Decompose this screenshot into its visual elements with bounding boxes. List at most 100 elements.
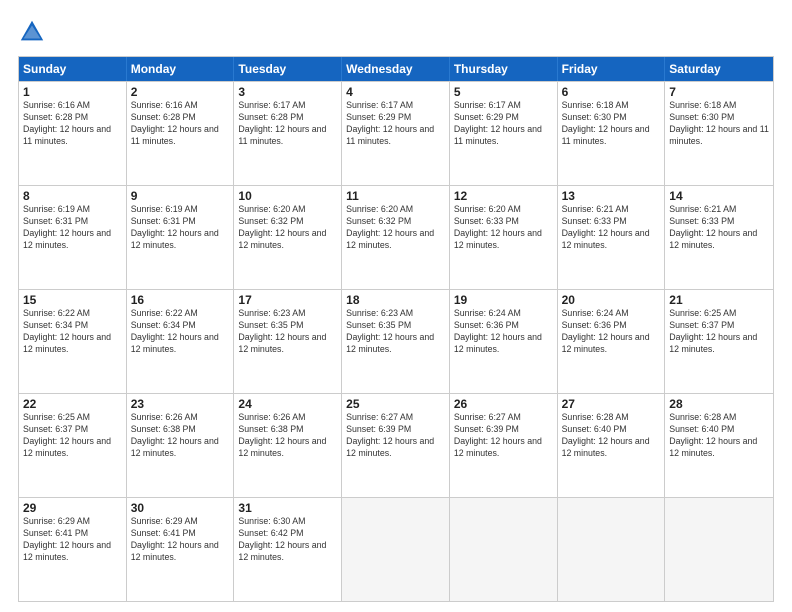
day-number: 13	[562, 189, 661, 203]
day-cell-30: 30Sunrise: 6:29 AMSunset: 6:41 PMDayligh…	[127, 498, 235, 601]
day-number: 15	[23, 293, 122, 307]
cell-info: Sunrise: 6:23 AMSunset: 6:35 PMDaylight:…	[238, 308, 337, 356]
day-number: 12	[454, 189, 553, 203]
day-number: 14	[669, 189, 769, 203]
day-cell-11: 11Sunrise: 6:20 AMSunset: 6:32 PMDayligh…	[342, 186, 450, 289]
week-row-5: 29Sunrise: 6:29 AMSunset: 6:41 PMDayligh…	[19, 497, 773, 601]
cell-info: Sunrise: 6:17 AMSunset: 6:28 PMDaylight:…	[238, 100, 337, 148]
cell-info: Sunrise: 6:26 AMSunset: 6:38 PMDaylight:…	[238, 412, 337, 460]
day-cell-4: 4Sunrise: 6:17 AMSunset: 6:29 PMDaylight…	[342, 82, 450, 185]
week-row-4: 22Sunrise: 6:25 AMSunset: 6:37 PMDayligh…	[19, 393, 773, 497]
day-cell-28: 28Sunrise: 6:28 AMSunset: 6:40 PMDayligh…	[665, 394, 773, 497]
cell-info: Sunrise: 6:18 AMSunset: 6:30 PMDaylight:…	[669, 100, 769, 148]
cell-info: Sunrise: 6:20 AMSunset: 6:33 PMDaylight:…	[454, 204, 553, 252]
cell-info: Sunrise: 6:18 AMSunset: 6:30 PMDaylight:…	[562, 100, 661, 148]
cell-info: Sunrise: 6:21 AMSunset: 6:33 PMDaylight:…	[669, 204, 769, 252]
cell-info: Sunrise: 6:16 AMSunset: 6:28 PMDaylight:…	[23, 100, 122, 148]
cell-info: Sunrise: 6:28 AMSunset: 6:40 PMDaylight:…	[562, 412, 661, 460]
day-cell-10: 10Sunrise: 6:20 AMSunset: 6:32 PMDayligh…	[234, 186, 342, 289]
day-number: 18	[346, 293, 445, 307]
cell-info: Sunrise: 6:22 AMSunset: 6:34 PMDaylight:…	[131, 308, 230, 356]
day-cell-16: 16Sunrise: 6:22 AMSunset: 6:34 PMDayligh…	[127, 290, 235, 393]
day-number: 22	[23, 397, 122, 411]
header-day-saturday: Saturday	[665, 57, 773, 81]
day-number: 31	[238, 501, 337, 515]
calendar-header: SundayMondayTuesdayWednesdayThursdayFrid…	[19, 57, 773, 81]
cell-info: Sunrise: 6:23 AMSunset: 6:35 PMDaylight:…	[346, 308, 445, 356]
day-number: 21	[669, 293, 769, 307]
header-day-sunday: Sunday	[19, 57, 127, 81]
day-cell-29: 29Sunrise: 6:29 AMSunset: 6:41 PMDayligh…	[19, 498, 127, 601]
cell-info: Sunrise: 6:17 AMSunset: 6:29 PMDaylight:…	[346, 100, 445, 148]
header-day-tuesday: Tuesday	[234, 57, 342, 81]
day-number: 4	[346, 85, 445, 99]
day-number: 2	[131, 85, 230, 99]
day-cell-26: 26Sunrise: 6:27 AMSunset: 6:39 PMDayligh…	[450, 394, 558, 497]
day-number: 19	[454, 293, 553, 307]
cell-info: Sunrise: 6:19 AMSunset: 6:31 PMDaylight:…	[131, 204, 230, 252]
header-day-wednesday: Wednesday	[342, 57, 450, 81]
day-number: 9	[131, 189, 230, 203]
day-number: 28	[669, 397, 769, 411]
day-cell-12: 12Sunrise: 6:20 AMSunset: 6:33 PMDayligh…	[450, 186, 558, 289]
day-number: 20	[562, 293, 661, 307]
week-row-1: 1Sunrise: 6:16 AMSunset: 6:28 PMDaylight…	[19, 81, 773, 185]
day-cell-18: 18Sunrise: 6:23 AMSunset: 6:35 PMDayligh…	[342, 290, 450, 393]
cell-info: Sunrise: 6:20 AMSunset: 6:32 PMDaylight:…	[238, 204, 337, 252]
day-cell-6: 6Sunrise: 6:18 AMSunset: 6:30 PMDaylight…	[558, 82, 666, 185]
day-cell-1: 1Sunrise: 6:16 AMSunset: 6:28 PMDaylight…	[19, 82, 127, 185]
day-cell-20: 20Sunrise: 6:24 AMSunset: 6:36 PMDayligh…	[558, 290, 666, 393]
header	[18, 18, 774, 46]
cell-info: Sunrise: 6:26 AMSunset: 6:38 PMDaylight:…	[131, 412, 230, 460]
day-number: 5	[454, 85, 553, 99]
day-cell-15: 15Sunrise: 6:22 AMSunset: 6:34 PMDayligh…	[19, 290, 127, 393]
day-cell-23: 23Sunrise: 6:26 AMSunset: 6:38 PMDayligh…	[127, 394, 235, 497]
day-number: 17	[238, 293, 337, 307]
cell-info: Sunrise: 6:20 AMSunset: 6:32 PMDaylight:…	[346, 204, 445, 252]
day-number: 26	[454, 397, 553, 411]
day-number: 8	[23, 189, 122, 203]
day-number: 16	[131, 293, 230, 307]
day-cell-3: 3Sunrise: 6:17 AMSunset: 6:28 PMDaylight…	[234, 82, 342, 185]
cell-info: Sunrise: 6:25 AMSunset: 6:37 PMDaylight:…	[669, 308, 769, 356]
cell-info: Sunrise: 6:22 AMSunset: 6:34 PMDaylight:…	[23, 308, 122, 356]
day-number: 30	[131, 501, 230, 515]
calendar: SundayMondayTuesdayWednesdayThursdayFrid…	[18, 56, 774, 602]
day-number: 1	[23, 85, 122, 99]
cell-info: Sunrise: 6:24 AMSunset: 6:36 PMDaylight:…	[562, 308, 661, 356]
logo	[18, 18, 50, 46]
cell-info: Sunrise: 6:17 AMSunset: 6:29 PMDaylight:…	[454, 100, 553, 148]
day-number: 11	[346, 189, 445, 203]
day-cell-31: 31Sunrise: 6:30 AMSunset: 6:42 PMDayligh…	[234, 498, 342, 601]
calendar-body: 1Sunrise: 6:16 AMSunset: 6:28 PMDaylight…	[19, 81, 773, 601]
cell-info: Sunrise: 6:24 AMSunset: 6:36 PMDaylight:…	[454, 308, 553, 356]
cell-info: Sunrise: 6:30 AMSunset: 6:42 PMDaylight:…	[238, 516, 337, 564]
cell-info: Sunrise: 6:19 AMSunset: 6:31 PMDaylight:…	[23, 204, 122, 252]
header-day-thursday: Thursday	[450, 57, 558, 81]
cell-info: Sunrise: 6:21 AMSunset: 6:33 PMDaylight:…	[562, 204, 661, 252]
day-cell-25: 25Sunrise: 6:27 AMSunset: 6:39 PMDayligh…	[342, 394, 450, 497]
day-cell-8: 8Sunrise: 6:19 AMSunset: 6:31 PMDaylight…	[19, 186, 127, 289]
day-number: 27	[562, 397, 661, 411]
day-cell-27: 27Sunrise: 6:28 AMSunset: 6:40 PMDayligh…	[558, 394, 666, 497]
day-cell-2: 2Sunrise: 6:16 AMSunset: 6:28 PMDaylight…	[127, 82, 235, 185]
day-cell-5: 5Sunrise: 6:17 AMSunset: 6:29 PMDaylight…	[450, 82, 558, 185]
day-number: 3	[238, 85, 337, 99]
cell-info: Sunrise: 6:27 AMSunset: 6:39 PMDaylight:…	[454, 412, 553, 460]
week-row-3: 15Sunrise: 6:22 AMSunset: 6:34 PMDayligh…	[19, 289, 773, 393]
day-cell-7: 7Sunrise: 6:18 AMSunset: 6:30 PMDaylight…	[665, 82, 773, 185]
day-number: 25	[346, 397, 445, 411]
header-day-monday: Monday	[127, 57, 235, 81]
empty-cell	[665, 498, 773, 601]
cell-info: Sunrise: 6:16 AMSunset: 6:28 PMDaylight:…	[131, 100, 230, 148]
day-number: 29	[23, 501, 122, 515]
day-number: 10	[238, 189, 337, 203]
cell-info: Sunrise: 6:28 AMSunset: 6:40 PMDaylight:…	[669, 412, 769, 460]
empty-cell	[558, 498, 666, 601]
cell-info: Sunrise: 6:29 AMSunset: 6:41 PMDaylight:…	[131, 516, 230, 564]
page: SundayMondayTuesdayWednesdayThursdayFrid…	[0, 0, 792, 612]
day-cell-22: 22Sunrise: 6:25 AMSunset: 6:37 PMDayligh…	[19, 394, 127, 497]
day-cell-9: 9Sunrise: 6:19 AMSunset: 6:31 PMDaylight…	[127, 186, 235, 289]
cell-info: Sunrise: 6:29 AMSunset: 6:41 PMDaylight:…	[23, 516, 122, 564]
week-row-2: 8Sunrise: 6:19 AMSunset: 6:31 PMDaylight…	[19, 185, 773, 289]
